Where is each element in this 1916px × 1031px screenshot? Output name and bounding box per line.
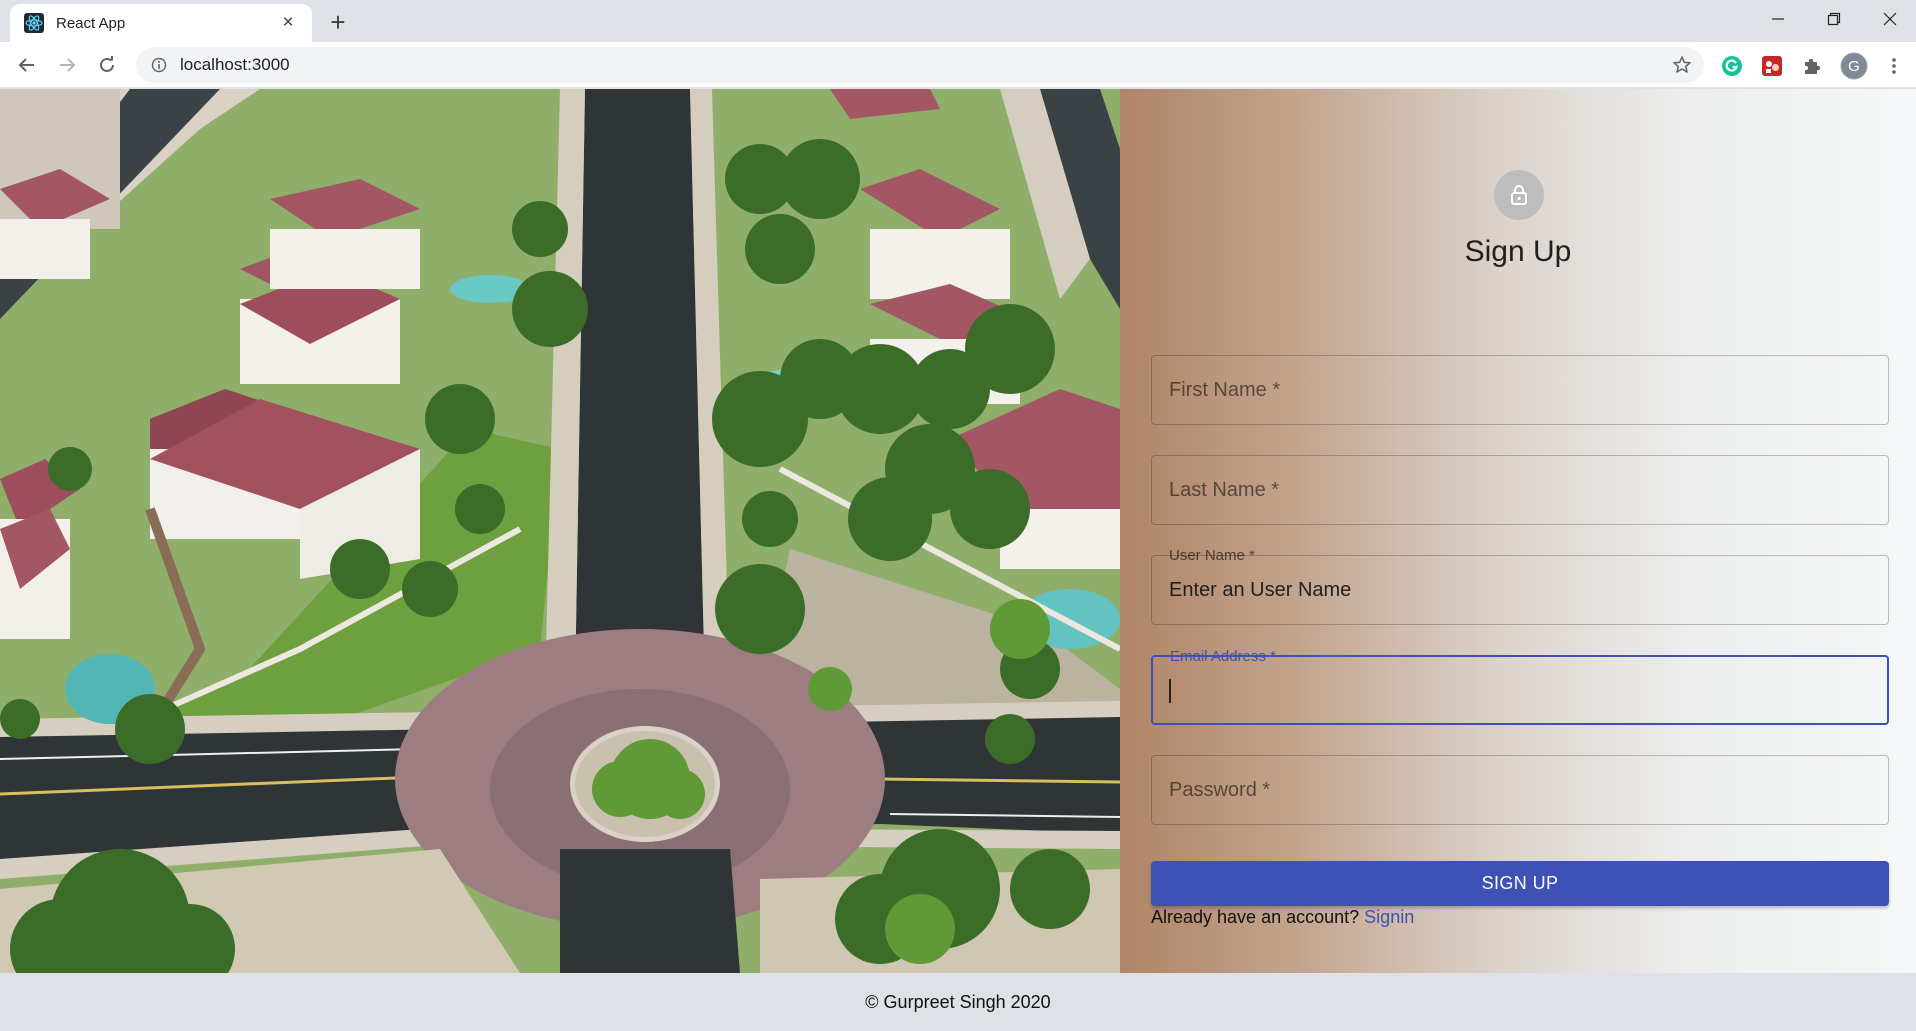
footer: © Gurpreet Singh 2020 [0, 973, 1916, 1031]
signin-link[interactable]: Signin [1364, 907, 1414, 927]
window-close-icon[interactable] [1862, 0, 1916, 38]
password-label: Password * [1169, 779, 1271, 801]
page: Sign Up First Name * Last Name * User Na… [0, 89, 1916, 1031]
restore-icon[interactable] [1806, 0, 1862, 38]
star-icon[interactable] [1672, 55, 1692, 75]
browser-tab[interactable]: React App × [10, 4, 312, 42]
user-name-label: User Name * [1169, 547, 1255, 564]
user-name-field[interactable]: User Name * Enter an User Name [1151, 547, 1889, 625]
user-name-value: Enter an User Name [1169, 579, 1352, 601]
forward-icon[interactable] [52, 50, 82, 80]
url-text: localhost:3000 [180, 55, 290, 74]
minimize-icon[interactable] [1750, 0, 1806, 38]
plus-icon[interactable]: + [324, 7, 352, 37]
text-caret [1169, 679, 1171, 703]
tab-title: React App [56, 14, 126, 32]
signin-row: Already have an account? Signin [1151, 907, 1414, 928]
password-field[interactable]: Password * [1151, 755, 1889, 825]
hero-image [0, 89, 1120, 973]
email-label: Email Address * [1170, 648, 1276, 665]
last-name-field[interactable]: Last Name * [1151, 455, 1889, 525]
page-title: Sign Up [1464, 235, 1572, 268]
puzzle-icon[interactable] [1800, 54, 1824, 78]
avatar[interactable]: G [1840, 52, 1868, 80]
menu-icon[interactable] [1882, 54, 1906, 78]
address-bar[interactable]: localhost:3000 [136, 47, 1704, 83]
first-name-label: First Name * [1169, 379, 1281, 401]
first-name-field[interactable]: First Name * [1151, 355, 1889, 425]
close-icon[interactable]: × [278, 12, 298, 33]
react-icon [24, 13, 44, 33]
signup-panel: Sign Up First Name * Last Name * User Na… [1120, 89, 1916, 973]
email-field[interactable]: Email Address * [1151, 648, 1889, 725]
grammarly-icon[interactable] [1720, 54, 1744, 78]
browser-tabstrip: React App × + [0, 0, 1916, 42]
lock-icon [1494, 170, 1544, 220]
info-icon[interactable] [150, 56, 168, 74]
back-icon[interactable] [12, 50, 42, 80]
extension-icon[interactable] [1760, 54, 1784, 78]
signin-prompt: Already have an account? [1151, 907, 1360, 927]
aerial-neighborhood-illustration [0, 89, 1120, 973]
browser-toolbar: localhost:3000 G [0, 42, 1916, 88]
signup-button[interactable]: SIGN UP [1151, 861, 1889, 906]
last-name-label: Last Name * [1169, 479, 1280, 501]
copyright-text: © Gurpreet Singh 2020 [865, 991, 1051, 1012]
avatar-initial: G [1848, 57, 1860, 75]
reload-icon[interactable] [92, 50, 122, 80]
